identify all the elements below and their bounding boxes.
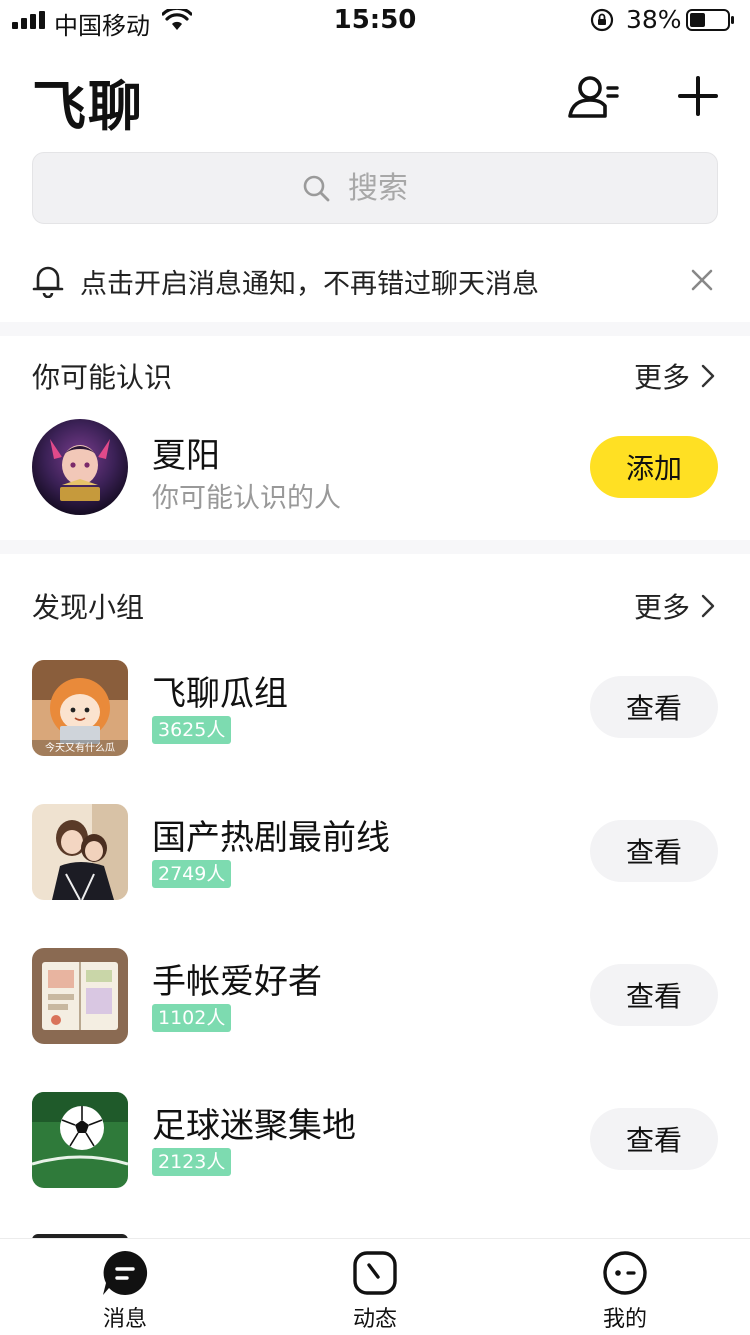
contacts-icon [568, 76, 619, 118]
list-item[interactable]: 足球迷聚集地 2123人 查看 [0, 1092, 750, 1188]
tab-label: 动态 [352, 1307, 397, 1332]
tab-messages[interactable]: 消息 [0, 1239, 250, 1335]
group-name: 飞聊瓜组 [152, 674, 288, 714]
group-name: 手帐爱好者 [152, 962, 322, 1002]
group-thumbnail [32, 1092, 128, 1188]
list-item[interactable]: 今天又有什么瓜 飞聊瓜组 3625人 查看 [0, 660, 750, 756]
battery-percent: 38% [626, 5, 682, 34]
face-icon [603, 1251, 647, 1295]
member-count-badge: 3625人 [152, 716, 232, 744]
status-bar: 中国移动 15:50 38% [0, 0, 750, 40]
plus-icon [678, 76, 718, 116]
chevron-right-icon [701, 364, 715, 388]
member-count-badge: 2123人 [152, 1148, 232, 1176]
person-name: 夏阳 [152, 436, 220, 476]
search-input[interactable] [348, 170, 448, 206]
list-item[interactable]: 国产热剧最前线 2749人 查看 [0, 804, 750, 900]
app-title: 飞聊 [32, 75, 144, 138]
chat-bubble-icon [103, 1250, 148, 1295]
search-bar[interactable] [32, 152, 718, 224]
member-count-badge: 2749人 [152, 860, 232, 888]
thumbnail-caption: 今天又有什么瓜 [45, 741, 115, 754]
section-divider [0, 540, 750, 554]
group-thumbnail [32, 804, 128, 900]
view-group-button[interactable]: 查看 [590, 676, 718, 738]
contacts-button[interactable] [566, 74, 620, 120]
suggested-section-title: 你可能认识 [32, 361, 173, 394]
group-thumbnail [32, 948, 128, 1044]
group-name: 国产热剧最前线 [152, 818, 390, 858]
groups-section-title: 发现小组 [32, 591, 145, 624]
person-subtitle: 你可能认识的人 [152, 483, 341, 514]
avatar-image [32, 419, 128, 515]
suggested-more-link[interactable]: 更多 [634, 356, 716, 396]
member-count-badge: 1102人 [152, 1004, 232, 1032]
add-button[interactable] [676, 74, 720, 118]
more-label: 更多 [634, 591, 691, 624]
notification-banner[interactable]: 点击开启消息通知，不再错过聊天消息 [0, 238, 750, 322]
close-icon[interactable] [690, 268, 714, 292]
rotation-lock-icon [590, 8, 614, 32]
tab-label: 消息 [102, 1307, 147, 1332]
add-friend-button[interactable]: 添加 [590, 436, 718, 498]
tab-bar: 消息 动态 我的 [0, 1238, 750, 1334]
battery-icon [686, 9, 734, 31]
chevron-right-icon [701, 594, 715, 618]
groups-more-link[interactable]: 更多 [634, 586, 716, 626]
notification-text: 点击开启消息通知，不再错过聊天消息 [80, 269, 539, 300]
view-group-button[interactable]: 查看 [590, 1108, 718, 1170]
view-group-button[interactable]: 查看 [590, 820, 718, 882]
section-divider [0, 322, 750, 336]
tab-label: 我的 [602, 1307, 647, 1332]
more-label: 更多 [634, 361, 691, 394]
bell-icon [32, 266, 64, 298]
view-group-button[interactable]: 查看 [590, 964, 718, 1026]
group-name: 足球迷聚集地 [152, 1106, 356, 1146]
group-thumbnail: 今天又有什么瓜 [32, 660, 128, 756]
clock-icon [353, 1251, 397, 1295]
search-icon [303, 175, 330, 202]
list-item[interactable]: 手帐爱好者 1102人 查看 [0, 948, 750, 1044]
avatar[interactable] [32, 419, 128, 515]
tab-me[interactable]: 我的 [500, 1239, 750, 1335]
tab-moments[interactable]: 动态 [250, 1239, 500, 1335]
